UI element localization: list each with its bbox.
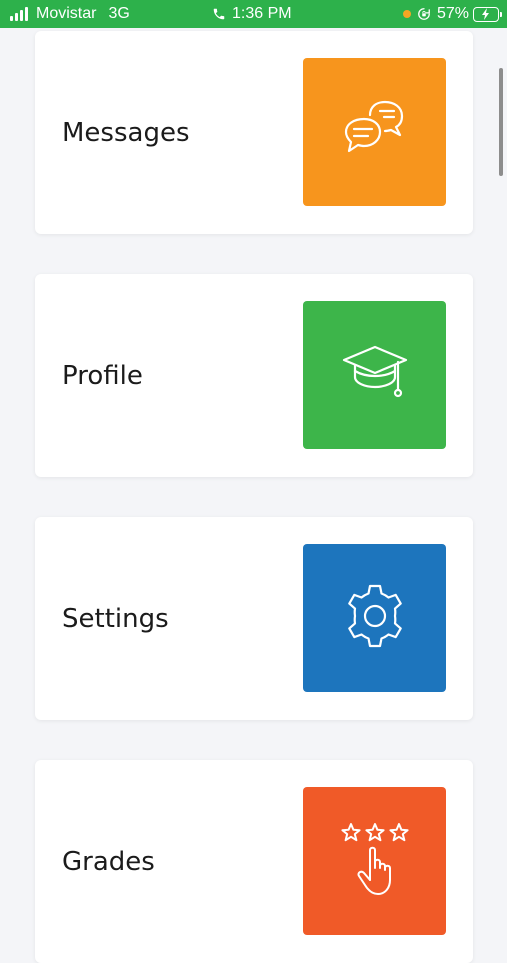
clock-time: 1:36 PM: [232, 5, 292, 22]
status-left: Movistar 3G: [10, 5, 130, 23]
messages-tile[interactable]: [303, 58, 446, 206]
gear-icon: [341, 582, 409, 654]
menu-card-label: Grades: [62, 846, 155, 877]
menu-card-label: Settings: [62, 603, 169, 634]
profile-tile[interactable]: [303, 301, 446, 449]
status-center: 1:36 PM: [212, 5, 292, 23]
menu-card-profile[interactable]: Profile: [35, 274, 473, 477]
graduation-cap-icon: [340, 343, 410, 407]
grades-tile[interactable]: [303, 787, 446, 935]
rotation-lock-icon: [417, 7, 431, 21]
menu-card-label: Messages: [62, 117, 190, 148]
network-type: 3G: [108, 5, 130, 22]
status-bar: Movistar 3G 1:36 PM 57%: [0, 0, 507, 28]
battery-percentage: 57%: [436, 5, 469, 22]
scrollbar-thumb[interactable]: [499, 68, 503, 176]
chat-bubbles-icon: [340, 99, 410, 165]
carrier-name: Movistar: [36, 5, 97, 22]
menu-card-settings[interactable]: Settings: [35, 517, 473, 720]
menu-card-label: Profile: [62, 360, 143, 391]
phone-call-icon: [212, 7, 226, 21]
status-right: 57%: [402, 5, 502, 23]
activity-dot-icon: [402, 10, 411, 18]
stars-pointer-icon: [340, 822, 410, 900]
signal-strength-icon: [10, 7, 30, 21]
menu-card-messages[interactable]: Messages: [35, 31, 473, 234]
menu-card-grades[interactable]: Grades: [35, 760, 473, 963]
battery-charging-icon: [473, 6, 502, 22]
settings-tile[interactable]: [303, 544, 446, 692]
